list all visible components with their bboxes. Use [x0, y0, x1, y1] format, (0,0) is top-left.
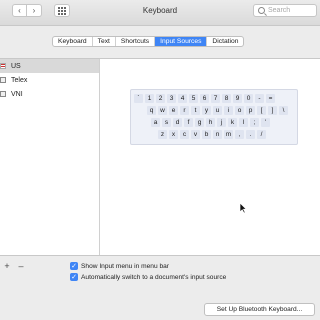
- key: s: [162, 118, 171, 127]
- key: t: [191, 106, 200, 115]
- key: r: [180, 106, 189, 115]
- key: k: [228, 118, 237, 127]
- key: d: [173, 118, 182, 127]
- key: [: [257, 106, 266, 115]
- key: 0: [244, 94, 253, 103]
- key: g: [195, 118, 204, 127]
- keyboard-layout-preview: ` 1 2 3 4 5 6 7 8 9 0 - = q w e r t y u …: [130, 89, 298, 145]
- vni-icon: [0, 91, 6, 97]
- key: e: [169, 106, 178, 115]
- key: w: [158, 106, 167, 115]
- search-icon: [258, 7, 265, 14]
- keyboard-row-numbers: ` 1 2 3 4 5 6 7 8 9 0 - =: [131, 94, 297, 103]
- tab-shortcuts[interactable]: Shortcuts: [116, 37, 156, 46]
- source-item-us[interactable]: US: [0, 59, 99, 73]
- source-item-telex[interactable]: Telex: [0, 73, 99, 87]
- key: 2: [156, 94, 165, 103]
- key: b: [202, 130, 211, 139]
- setup-bluetooth-keyboard-button[interactable]: Set Up Bluetooth Keyboard...: [204, 303, 315, 316]
- key: h: [206, 118, 215, 127]
- show-input-menu-option[interactable]: ✓ Show Input menu in menu bar: [70, 262, 169, 270]
- key: 4: [178, 94, 187, 103]
- checkbox-checked-icon[interactable]: ✓: [70, 273, 78, 281]
- tab-keyboard[interactable]: Keyboard: [53, 37, 93, 46]
- key: v: [191, 130, 200, 139]
- key: -: [255, 94, 264, 103]
- key: l: [239, 118, 248, 127]
- key: u: [213, 106, 222, 115]
- key: .: [246, 130, 255, 139]
- key: i: [224, 106, 233, 115]
- key: `: [134, 94, 143, 103]
- keyboard-row-top: q w e r t y u i o p [ ] \: [131, 106, 297, 115]
- key: ,: [235, 130, 244, 139]
- auto-switch-label: Automatically switch to a document's inp…: [81, 273, 227, 281]
- source-label: VNI: [11, 90, 23, 98]
- key: x: [169, 130, 178, 139]
- key: ;: [250, 118, 259, 127]
- key: \: [279, 106, 288, 115]
- key: a: [151, 118, 160, 127]
- key: ': [261, 118, 270, 127]
- key: p: [246, 106, 255, 115]
- key: y: [202, 106, 211, 115]
- key: o: [235, 106, 244, 115]
- window-toolbar: ‹ › Keyboard Search: [0, 0, 320, 26]
- key: 3: [167, 94, 176, 103]
- keyboard-row-home: a s d f g h j k l ; ': [131, 118, 297, 127]
- show-input-menu-label: Show Input menu in menu bar: [81, 262, 169, 270]
- key: f: [184, 118, 193, 127]
- source-item-vni[interactable]: VNI: [0, 87, 99, 101]
- key: c: [180, 130, 189, 139]
- auto-switch-option[interactable]: ✓ Automatically switch to a document's i…: [70, 273, 226, 281]
- keyboard-row-bottom: z x c v b n m , . /: [131, 130, 297, 139]
- remove-source-button[interactable]: –: [14, 260, 28, 272]
- key: ]: [268, 106, 277, 115]
- key: q: [147, 106, 156, 115]
- key: m: [224, 130, 233, 139]
- tab-dictation[interactable]: Dictation: [207, 37, 243, 46]
- input-sources-panel: US Telex VNI ` 1 2 3 4 5 6 7 8 9 0 - = q: [0, 58, 320, 256]
- source-label: US: [11, 62, 21, 70]
- search-placeholder: Search: [268, 7, 291, 14]
- key: 8: [222, 94, 231, 103]
- key: =: [266, 94, 275, 103]
- key: 7: [211, 94, 220, 103]
- us-flag-icon: [0, 63, 6, 69]
- telex-icon: [0, 77, 6, 83]
- tab-bar: Keyboard Text Shortcuts Input Sources Di…: [52, 36, 245, 47]
- key: 6: [200, 94, 209, 103]
- key: 5: [189, 94, 198, 103]
- key: z: [158, 130, 167, 139]
- add-source-button[interactable]: +: [0, 260, 14, 272]
- input-source-list[interactable]: US Telex VNI: [0, 59, 100, 255]
- key: n: [213, 130, 222, 139]
- key: j: [217, 118, 226, 127]
- tab-input-sources[interactable]: Input Sources: [155, 37, 208, 46]
- checkbox-checked-icon[interactable]: ✓: [70, 262, 78, 270]
- key: 9: [233, 94, 242, 103]
- source-label: Telex: [11, 76, 28, 84]
- mouse-cursor-icon: [239, 202, 247, 214]
- search-input[interactable]: Search: [253, 4, 317, 17]
- list-controls: + –: [0, 260, 30, 274]
- key: /: [257, 130, 266, 139]
- key: 1: [145, 94, 154, 103]
- tab-text[interactable]: Text: [93, 37, 116, 46]
